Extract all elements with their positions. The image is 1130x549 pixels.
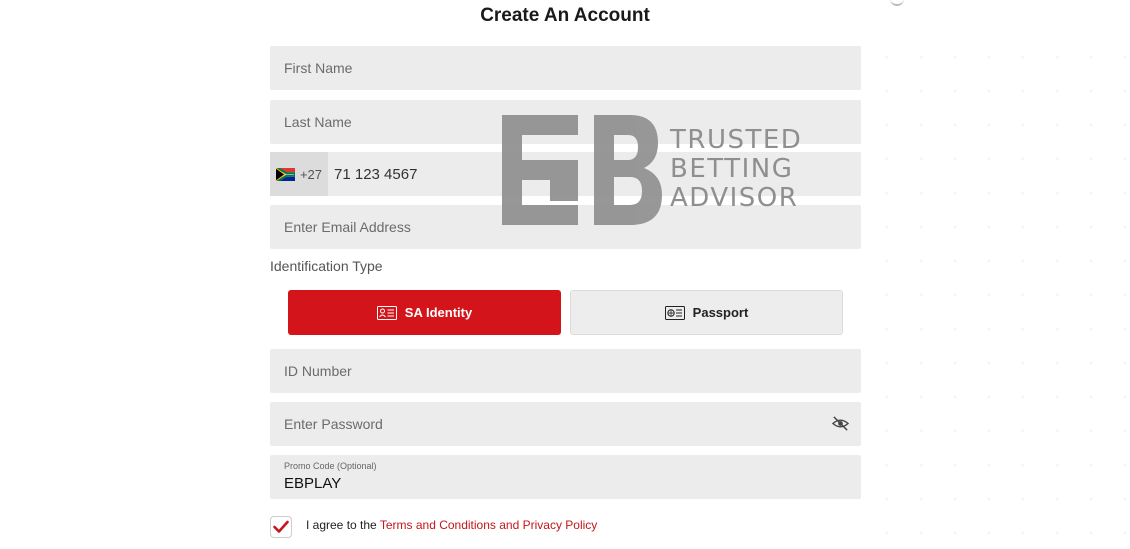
terms-checkbox[interactable]	[270, 516, 292, 538]
phone-field[interactable]: +27	[270, 152, 861, 196]
passport-icon	[664, 305, 685, 320]
first-name-input[interactable]	[270, 46, 861, 90]
id-card-icon	[376, 305, 397, 320]
terms-and: and	[499, 518, 520, 532]
email-input[interactable]	[270, 205, 861, 249]
promo-code-field[interactable]: Promo Code (Optional) EBPLAY	[270, 455, 861, 499]
promo-code-value[interactable]: EBPLAY	[284, 475, 341, 492]
sa-identity-button[interactable]: SA Identity	[288, 290, 561, 335]
checkmark-icon	[273, 520, 289, 533]
id-number-input[interactable]	[270, 349, 861, 393]
promo-code-label: Promo Code (Optional)	[284, 461, 377, 471]
terms-prefix: I agree to the	[306, 518, 377, 532]
eye-slash-icon[interactable]	[832, 415, 849, 432]
terms-link[interactable]: Terms and Conditions	[380, 518, 496, 532]
last-name-input[interactable]	[270, 100, 861, 144]
email-field[interactable]	[270, 205, 861, 249]
last-name-field[interactable]	[270, 100, 861, 144]
id-number-field[interactable]	[270, 349, 861, 393]
phone-input[interactable]	[328, 152, 861, 196]
passport-label: Passport	[692, 305, 749, 320]
country-code-selector[interactable]: +27	[270, 152, 328, 196]
south-africa-flag-icon	[275, 167, 295, 181]
page-title: Create An Account	[480, 5, 650, 26]
password-input[interactable]	[270, 402, 861, 446]
identification-type-label: Identification Type	[270, 258, 383, 274]
password-field[interactable]	[270, 402, 861, 446]
background-pattern	[870, 40, 1130, 549]
sa-identity-label: SA Identity	[404, 305, 473, 320]
first-name-field[interactable]	[270, 46, 861, 90]
terms-text: I agree to the Terms and Conditions and …	[306, 518, 597, 532]
passport-button[interactable]: Passport	[570, 290, 843, 335]
privacy-policy-link[interactable]: Privacy Policy	[523, 518, 598, 532]
country-code: +27	[299, 166, 323, 182]
